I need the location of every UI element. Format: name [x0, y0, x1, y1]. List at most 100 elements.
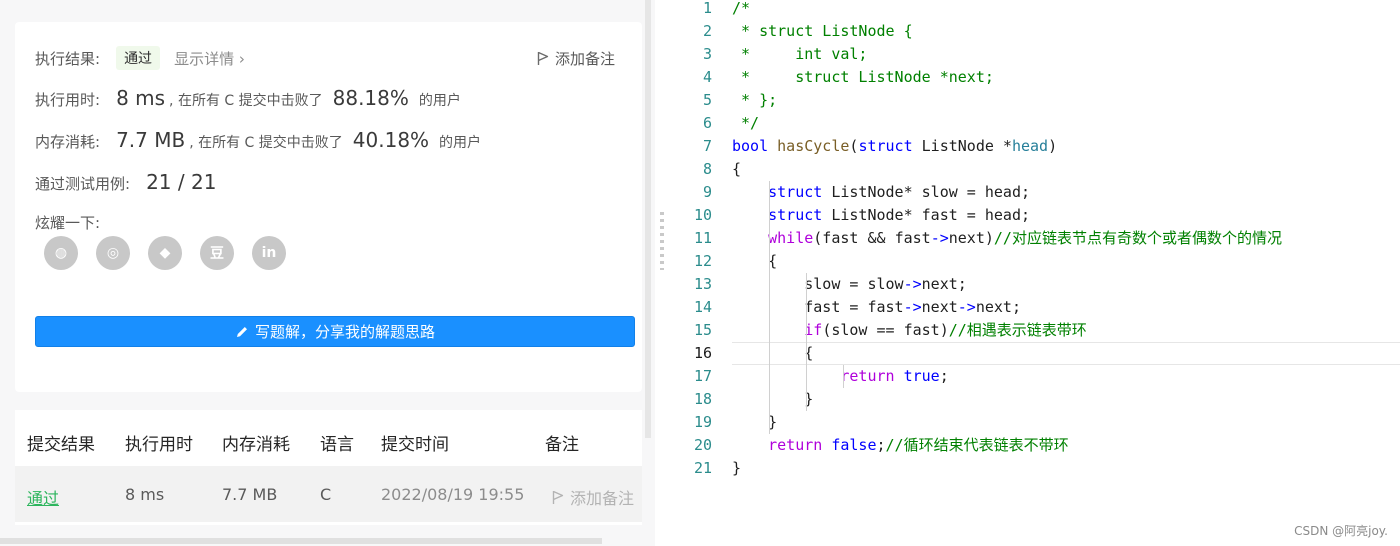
- linkedin-icon[interactable]: in: [252, 236, 286, 270]
- code-token: ->: [903, 298, 922, 316]
- code-token: next;: [975, 298, 1021, 316]
- status-badge: 通过: [116, 46, 161, 70]
- row-submit-time: 2022/08/19 19:55: [381, 485, 525, 504]
- code-text: }: [732, 457, 741, 480]
- code-line[interactable]: 15 if(slow == fast)//相遇表示链表带环: [669, 319, 1400, 342]
- code-text: {: [732, 342, 813, 365]
- code-line[interactable]: 14 fast = fast->next->next;: [669, 296, 1400, 319]
- code-text: return true;: [732, 365, 949, 388]
- code-line[interactable]: 2 * struct ListNode {: [669, 20, 1400, 43]
- line-number: 9: [702, 183, 712, 201]
- line-number: 14: [693, 298, 712, 316]
- code-line[interactable]: 19 }: [669, 411, 1400, 434]
- code-token: fast =: [732, 298, 868, 316]
- code-text: bool hasCycle(struct ListNode *head): [732, 135, 1057, 158]
- line-number: 19: [693, 413, 712, 431]
- row-status-link[interactable]: 通过: [27, 485, 59, 509]
- wechat-glyph: ◍: [54, 245, 68, 261]
- drag-handle-icon[interactable]: [660, 212, 664, 270]
- code-text: {: [732, 158, 741, 181]
- code-line[interactable]: 7 bool hasCycle(struct ListNode *head): [669, 135, 1400, 158]
- code-token: * };: [732, 91, 778, 109]
- testcases-row: 通过测试用例: 21 / 21: [35, 170, 220, 194]
- code-token: ;: [939, 367, 949, 385]
- code-text: * struct ListNode {: [732, 20, 913, 43]
- code-token: * int val;: [732, 45, 868, 63]
- code-line[interactable]: 5 * };: [669, 89, 1400, 112]
- code-line[interactable]: 16 {: [669, 342, 1400, 365]
- status-label: 执行结果:: [35, 49, 101, 68]
- code-token: * struct ListNode {: [732, 22, 913, 40]
- code-line[interactable]: 13 slow = slow->next;: [669, 273, 1400, 296]
- runtime-beat-text: , 在所有 C 提交中击败了: [169, 93, 323, 109]
- code-line[interactable]: 18 }: [669, 388, 1400, 411]
- wechat-icon[interactable]: ◍: [44, 236, 78, 270]
- qq-icon[interactable]: ◆: [148, 236, 182, 270]
- line-number: 13: [693, 275, 712, 293]
- row-add-note[interactable]: 添加备注: [552, 485, 634, 509]
- code-line[interactable]: 11 while(fast && fast->next)//对应链表节点有奇数个…: [669, 227, 1400, 250]
- douban-icon[interactable]: 豆: [200, 236, 234, 270]
- write-solution-label: 写题解，分享我的解题思路: [254, 323, 435, 341]
- table-row[interactable]: 通过 8 ms 7.7 MB C 2022/08/19 19:55 添加备注: [15, 466, 642, 522]
- code-text: }: [732, 411, 777, 434]
- code-line[interactable]: 9 struct ListNode* slow = head;: [669, 181, 1400, 204]
- line-number: 20: [693, 436, 712, 454]
- code-line[interactable]: 3 * int val;: [669, 43, 1400, 66]
- code-token: }: [732, 459, 742, 477]
- code-token: bool: [732, 137, 769, 155]
- code-line[interactable]: 10 struct ListNode* fast = head;: [669, 204, 1400, 227]
- code-token: ListNode* fast = head;: [822, 206, 1031, 224]
- code-editor[interactable]: 1/* 2 * struct ListNode {3 * int val; 4 * …: [669, 0, 1400, 546]
- code-line[interactable]: 21}: [669, 457, 1400, 480]
- code-line[interactable]: 1 /*: [669, 0, 1400, 20]
- header-runtime: 执行用时: [125, 435, 193, 455]
- code-token: //循环结束代表链表不带环: [885, 436, 1069, 454]
- code-token: //对应链表节点有奇数个或者偶数个的情况: [993, 229, 1282, 247]
- code-token: while: [768, 229, 814, 247]
- line-number: 8: [702, 160, 712, 178]
- show-details-link[interactable]: 显示详情 ›: [174, 48, 245, 69]
- line-number: 16: [693, 344, 712, 362]
- code-line[interactable]: 8{: [669, 158, 1400, 181]
- code-token: slow =: [732, 275, 868, 293]
- line-number: 11: [693, 229, 712, 247]
- code-token: false: [831, 436, 877, 454]
- douban-glyph: 豆: [210, 246, 224, 262]
- code-token: ->: [930, 229, 949, 247]
- weibo-icon[interactable]: ◎: [96, 236, 130, 270]
- code-line[interactable]: 4 * struct ListNode *next;: [669, 66, 1400, 89]
- code-line[interactable]: 17 return true;: [669, 365, 1400, 388]
- header-status: 提交结果: [27, 435, 95, 455]
- code-token: struct: [768, 183, 823, 201]
- share-icons: ◍ ◎ ◆ 豆 in: [44, 236, 286, 270]
- memory-label: 内存消耗:: [35, 133, 101, 151]
- code-line[interactable]: 6 */: [669, 112, 1400, 135]
- line-number: 10: [693, 206, 712, 224]
- runtime-suffix: 的用户: [418, 93, 461, 109]
- code-text: return false;//循环结束代表链表不带环: [732, 434, 1069, 457]
- indent-guide: [769, 181, 770, 434]
- flag-icon: [537, 51, 549, 65]
- code-token: {: [732, 160, 742, 178]
- code-text: * };: [732, 89, 777, 112]
- vertical-scrollbar[interactable]: [645, 0, 651, 438]
- flag-icon: [552, 490, 564, 504]
- write-solution-button[interactable]: 写题解，分享我的解题思路: [35, 316, 635, 347]
- add-note-label: 添加备注: [555, 50, 616, 68]
- code-token: ListNode *: [912, 137, 1012, 155]
- code-line[interactable]: 20 return false;//循环结束代表链表不带环: [669, 434, 1400, 457]
- code-line[interactable]: 12 {: [669, 250, 1400, 273]
- horizontal-scrollbar[interactable]: [0, 538, 602, 544]
- panel-splitter[interactable]: [655, 0, 669, 546]
- add-note-button[interactable]: 添加备注: [537, 48, 615, 69]
- code-token: fast: [867, 298, 904, 316]
- code-token: ->: [903, 275, 922, 293]
- runtime-label: 执行用时:: [35, 91, 101, 109]
- code-token: (slow == fast): [822, 321, 949, 339]
- code-token: next: [948, 229, 985, 247]
- code-text: fast = fast->next->next;: [732, 296, 1021, 319]
- line-number: 15: [693, 321, 712, 339]
- code-text: * int val;: [732, 43, 867, 66]
